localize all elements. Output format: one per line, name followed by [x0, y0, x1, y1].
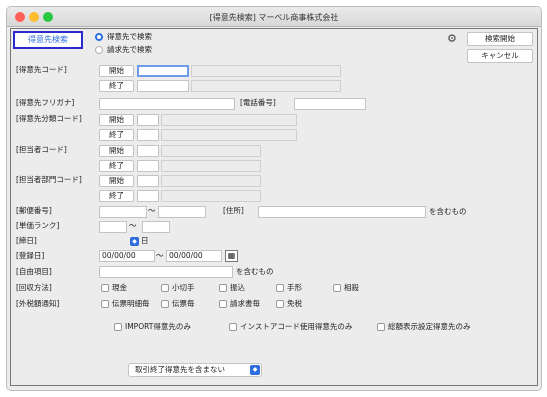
filter-import-label: IMPORT得意先のみ [125, 322, 191, 331]
phone-label: [電話番号] [240, 98, 276, 107]
radio-customer-selected[interactable] [95, 33, 103, 41]
staff-code-start-field[interactable] [137, 145, 159, 157]
chevron-updown-icon: ◆ [250, 365, 260, 375]
radio-billing[interactable] [95, 46, 103, 54]
staff-dept-label: [担当者部門コード] [16, 175, 82, 184]
notice-per-invoice-label: 請求書毎 [230, 299, 260, 308]
closing-day-suffix: 日 [141, 236, 149, 245]
customer-class-end-name [161, 129, 297, 141]
staff-code-end-name [161, 160, 261, 172]
customer-class-start-button[interactable]: 開始 [99, 114, 134, 126]
address-field[interactable] [258, 206, 426, 218]
staff-dept-end-button[interactable]: 終了 [99, 190, 134, 202]
postal-code-label: [郵便番号] [16, 206, 52, 215]
calendar-icon[interactable]: ▦ [225, 250, 238, 262]
staff-dept-end-name [161, 190, 261, 202]
address-contains-label: を含むもの [429, 207, 467, 216]
free-item-label: [自由項目] [16, 267, 52, 276]
staff-code-start-button[interactable]: 開始 [99, 145, 134, 157]
phone-field[interactable] [294, 98, 366, 110]
filter-import-checkbox[interactable] [114, 323, 122, 331]
notice-tax-exempt-label: 免税 [287, 299, 302, 308]
search-panel: 得意先検索 得意先で検索 請求先で検索 ⚙ 検索開始 キャンセル [得意先コード… [10, 28, 538, 386]
include-terminated-select[interactable]: 取引終了得意先を含まない ◆ [128, 363, 262, 377]
filter-instore-checkbox[interactable] [229, 323, 237, 331]
customer-code-end-name [191, 80, 341, 92]
customer-class-label: [得意先分類コード] [16, 114, 82, 123]
price-rank-label: [単価ランク] [16, 221, 60, 230]
notice-per-line-label: 伝票明細毎 [112, 299, 150, 308]
postal-code-from-field[interactable] [99, 206, 147, 218]
title-bar: [得意先検索] マーベル商事株式会社 [7, 7, 541, 27]
staff-dept-end-field[interactable] [137, 190, 159, 202]
registration-date-tilde: 〜 [156, 251, 164, 260]
registration-date-label: [登録日] [16, 251, 45, 260]
customer-kana-label: [得意先フリガナ] [16, 98, 75, 107]
collection-offset-checkbox[interactable] [333, 284, 341, 292]
staff-dept-start-name [161, 175, 261, 187]
notice-per-invoice-checkbox[interactable] [219, 300, 227, 308]
customer-kana-field[interactable] [99, 98, 235, 110]
filter-total-display-label: 総額表示設定得意先のみ [388, 322, 471, 331]
gear-icon[interactable]: ⚙ [447, 32, 457, 45]
staff-dept-start-button[interactable]: 開始 [99, 175, 134, 187]
collection-check-label: 小切手 [172, 283, 195, 292]
collection-cash-checkbox[interactable] [101, 284, 109, 292]
search-start-button[interactable]: 検索開始 [467, 32, 533, 46]
notice-per-line-checkbox[interactable] [101, 300, 109, 308]
notice-per-slip-checkbox[interactable] [161, 300, 169, 308]
cancel-button[interactable]: キャンセル [467, 49, 533, 63]
closing-day-field[interactable] [99, 236, 129, 248]
window: [得意先検索] マーベル商事株式会社 得意先検索 得意先で検索 請求先で検索 ⚙… [6, 6, 542, 391]
price-rank-tilde: 〜 [129, 221, 137, 230]
collection-cash-label: 現金 [112, 283, 127, 292]
notice-tax-exempt-checkbox[interactable] [276, 300, 284, 308]
postal-tilde: 〜 [148, 206, 156, 215]
window-title: [得意先検索] マーベル商事株式会社 [209, 13, 339, 22]
staff-code-start-name [161, 145, 261, 157]
price-rank-to-field[interactable] [142, 221, 170, 233]
free-item-field[interactable] [99, 266, 233, 278]
radio-billing-label: 請求先で検索 [107, 45, 152, 54]
radio-customer-label: 得意先で検索 [107, 32, 152, 41]
staff-dept-start-field[interactable] [137, 175, 159, 187]
filter-instore-label: インストアコード使用得意先のみ [240, 322, 353, 331]
collection-bill-label: 手形 [287, 283, 302, 292]
collection-bill-checkbox[interactable] [276, 284, 284, 292]
collection-offset-label: 相殺 [344, 283, 359, 292]
registration-date-from-field[interactable]: 00/00/00 [99, 250, 155, 262]
free-item-contains-label: を含むもの [236, 267, 274, 276]
customer-code-end-field[interactable] [137, 80, 189, 92]
customer-class-end-field[interactable] [137, 129, 159, 141]
staff-code-end-field[interactable] [137, 160, 159, 172]
customer-code-start-button[interactable]: 開始 [99, 65, 134, 77]
customer-code-label: [得意先コード] [16, 65, 67, 74]
address-label: [住所] [223, 206, 244, 215]
collection-check-checkbox[interactable] [161, 284, 169, 292]
tab-customer-search[interactable]: 得意先検索 [13, 31, 83, 49]
filter-total-display-checkbox[interactable] [377, 323, 385, 331]
customer-code-start-field[interactable] [137, 65, 189, 77]
output-notice-label: [外税額通知] [16, 299, 60, 308]
staff-code-end-button[interactable]: 終了 [99, 160, 134, 172]
registration-date-to-field[interactable]: 00/00/00 [166, 250, 222, 262]
notice-per-slip-label: 伝票毎 [172, 299, 195, 308]
price-rank-from-field[interactable] [99, 221, 127, 233]
customer-code-end-button[interactable]: 終了 [99, 80, 134, 92]
postal-code-to-field[interactable] [158, 206, 206, 218]
closing-day-label: [締日] [16, 236, 37, 245]
staff-code-label: [担当者コード] [16, 145, 67, 154]
collection-method-label: [回収方法] [16, 283, 52, 292]
customer-class-end-button[interactable]: 終了 [99, 129, 134, 141]
closing-day-stepper-icon[interactable]: ◆ [130, 237, 139, 246]
customer-class-start-name [161, 114, 297, 126]
include-terminated-value: 取引終了得意先を含まない [135, 365, 225, 374]
collection-transfer-checkbox[interactable] [219, 284, 227, 292]
collection-transfer-label: 振込 [230, 283, 245, 292]
customer-code-start-name [191, 65, 341, 77]
customer-class-start-field[interactable] [137, 114, 159, 126]
